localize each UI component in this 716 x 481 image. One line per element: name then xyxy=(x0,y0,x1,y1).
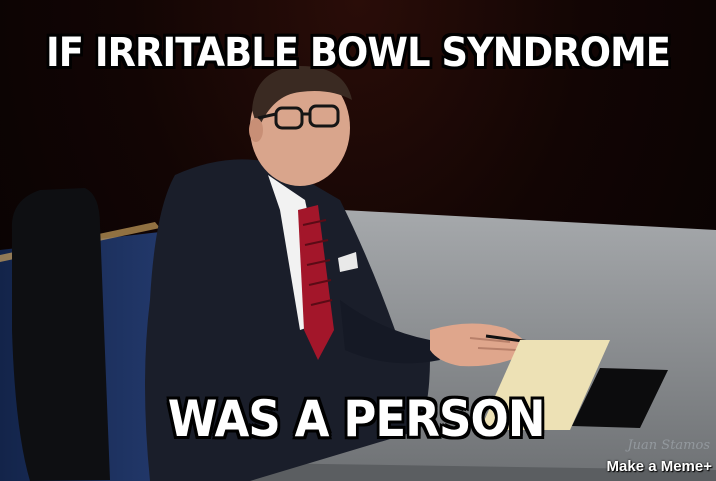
watermark-text: Make a Meme+ xyxy=(606,458,712,475)
ear xyxy=(249,118,263,142)
meme-image: IF IRRITABLE BOWL SYNDROME WAS A PERSON … xyxy=(0,0,716,481)
bottom-caption: WAS A PERSON xyxy=(167,390,546,448)
top-caption: IF IRRITABLE BOWL SYNDROME xyxy=(45,30,671,76)
signature-text: Juan Stamos xyxy=(627,438,710,453)
